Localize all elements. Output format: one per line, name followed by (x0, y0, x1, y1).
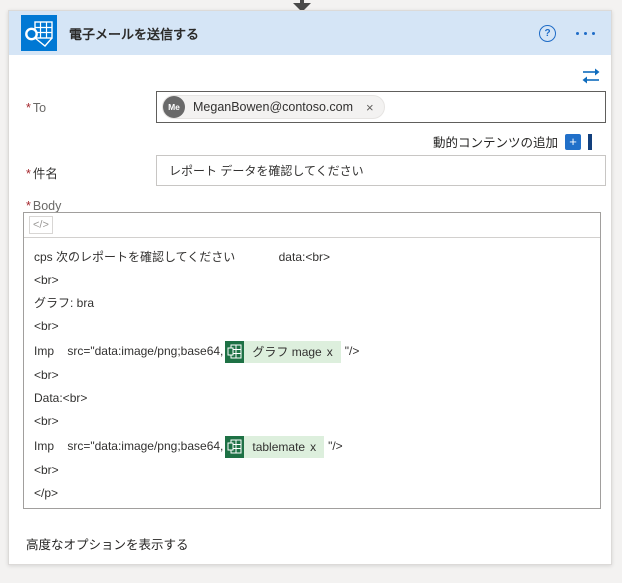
recipient-email: MeganBowen@contoso.com (193, 100, 353, 114)
card-header[interactable]: 電子メールを送信する ? (9, 11, 611, 55)
token-label: tablemate (252, 439, 306, 454)
subject-value: レポート データを確認してください (169, 164, 364, 178)
card-title: 電子メールを送信する (69, 26, 200, 42)
dynamic-content-token[interactable]: グラフ mage x (225, 339, 341, 365)
body-content[interactable]: cps 次のレポートを確認してください data:<br> <br> グラフ: br… (24, 238, 600, 505)
required-mark: * (26, 101, 31, 115)
code-view-icon[interactable]: </> (29, 216, 53, 234)
body-line: Imp src="data:image/png;base64, tablemate… (34, 433, 590, 459)
token-line-suffix: "/> (344, 344, 360, 358)
recipient-avatar: Me (163, 96, 185, 118)
remove-token-icon[interactable]: x (310, 434, 316, 460)
to-input[interactable]: Me MeganBowen@contoso.com × (156, 91, 606, 123)
body-line: Data:<br> (34, 391, 88, 405)
outlook-icon (21, 15, 57, 51)
subject-input[interactable]: レポート データを確認してください (156, 155, 606, 186)
token-line-prefix: Imp src="data:image/png;base64, (34, 344, 224, 358)
show-advanced-options-link[interactable]: 高度なオプションを表示する (26, 534, 189, 553)
remove-recipient-icon[interactable]: × (366, 100, 374, 115)
body-line: <br> (34, 319, 59, 333)
add-dynamic-content-button[interactable]: + (565, 133, 581, 150)
subject-label-text: 件名 (32, 167, 58, 181)
body-line: グラフ: bra (34, 296, 95, 310)
to-label: * To (26, 101, 46, 115)
excel-icon (225, 340, 245, 363)
recipient-pill[interactable]: Me MeganBowen@contoso.com × (162, 95, 385, 119)
help-glyph: ? (544, 27, 551, 39)
send-email-action-card: 電子メールを送信する ? * To Me MeganBowen@contoso.… (8, 10, 612, 565)
subject-label: * 件名 (26, 163, 58, 182)
body-label: * Body (26, 199, 61, 213)
body-label-text: Body (32, 199, 62, 213)
required-mark: * (26, 199, 31, 213)
body-line: </p> (34, 486, 59, 500)
body-line: Imp src="data:image/png;base64, グラフ mage x… (34, 338, 590, 364)
to-label-text: To (32, 101, 47, 115)
token-line-prefix: Imp src="data:image/png;base64, (34, 439, 224, 453)
help-icon[interactable]: ? (539, 24, 556, 42)
body-line: <br> (34, 463, 59, 477)
body-line: <br> (34, 368, 59, 382)
add-dynamic-content: 動的コンテンツの追加 + (433, 132, 592, 151)
token-line-suffix: "/> (328, 439, 343, 453)
canvas: 電子メールを送信する ? * To Me MeganBowen@contoso.… (0, 0, 622, 583)
switch-input-mode-icon[interactable] (581, 67, 601, 85)
add-dynamic-content-bar (588, 133, 592, 150)
required-mark: * (26, 167, 31, 181)
add-dynamic-content-label[interactable]: 動的コンテンツの追加 (433, 132, 558, 151)
body-toolbar: </> (24, 213, 600, 238)
menu-ellipsis-icon[interactable] (576, 31, 595, 35)
body-editor[interactable]: </> cps 次のレポートを確認してください data:<br> <br> グラフ… (23, 212, 601, 509)
token-label: グラフ mage (252, 344, 322, 359)
excel-icon (225, 435, 245, 458)
remove-token-icon[interactable]: x (327, 339, 333, 365)
body-line: <br> (34, 273, 59, 287)
body-line: cps 次のレポートを確認してください data:<br> (34, 250, 331, 264)
header-actions: ? (539, 24, 595, 42)
dynamic-content-token[interactable]: tablemate x (225, 434, 325, 460)
body-line: <br> (34, 414, 59, 428)
